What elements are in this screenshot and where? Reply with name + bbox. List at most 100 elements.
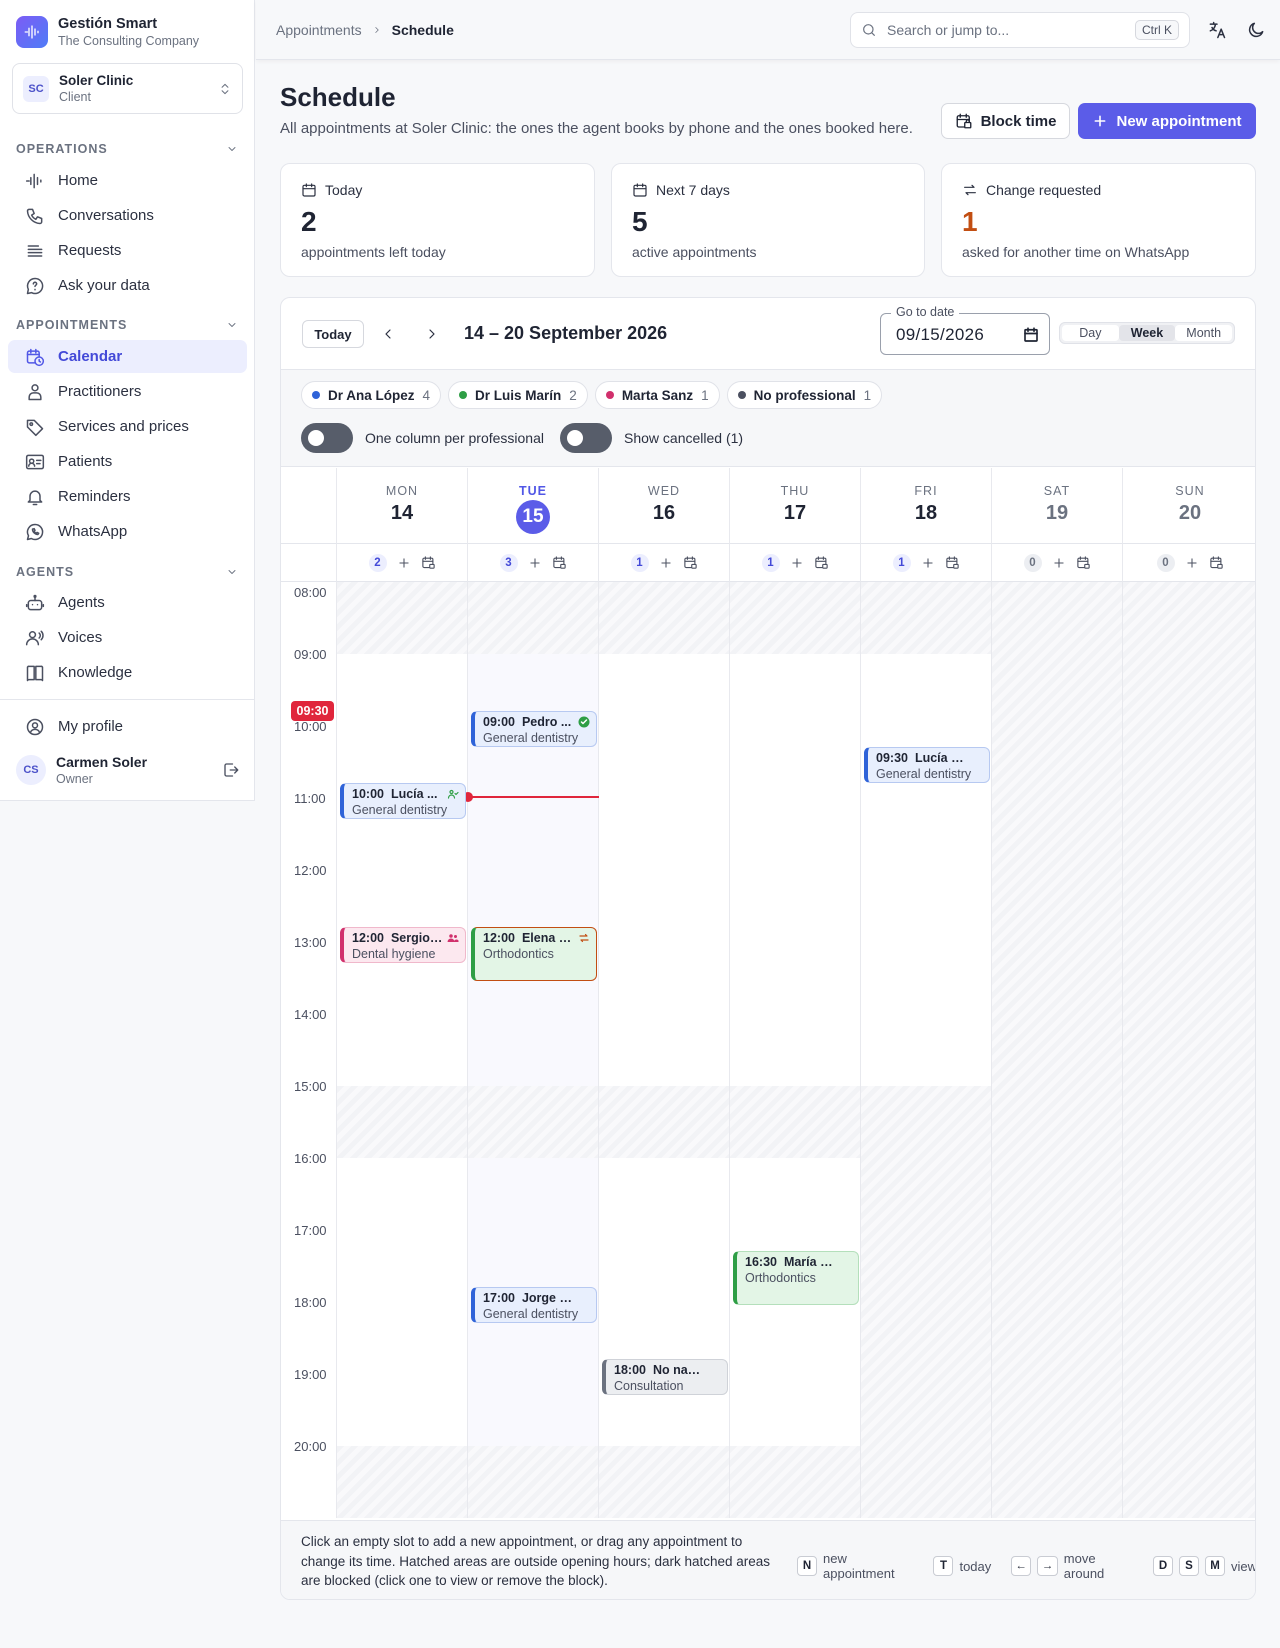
calendar-lock-icon[interactable]: [945, 555, 960, 570]
go-to-date-field[interactable]: Go to date 09/15/2026: [880, 305, 1050, 355]
stat-value: 2: [301, 206, 317, 237]
appointment-tue-0900[interactable]: 09:00 Pedro ... General dentistry: [471, 711, 597, 747]
appointment-mon-1200[interactable]: 12:00 Sergio ... Dental hygiene: [340, 927, 466, 963]
today-button[interactable]: Today: [302, 320, 364, 348]
view-week-button[interactable]: Week: [1118, 325, 1176, 341]
sidebar-item-my-profile[interactable]: My profile: [8, 710, 247, 743]
view-month-button[interactable]: Month: [1175, 325, 1233, 341]
day-column-sat[interactable]: [992, 582, 1123, 1518]
sidebar-item-services[interactable]: Services and prices: [8, 410, 247, 443]
appointment-tue-1200[interactable]: 12:00 Elena R... Orthodontics: [471, 927, 597, 981]
day-number: 19: [1045, 502, 1069, 524]
sidebar-item-practitioners[interactable]: Practitioners: [8, 375, 247, 408]
calendar-lock-icon[interactable]: [552, 555, 567, 570]
plus-icon[interactable]: [1185, 556, 1199, 570]
day-count-badge: 1: [630, 553, 649, 572]
appointment-mon-1000[interactable]: 10:00 Lucía ... General dentistry: [340, 783, 466, 819]
appointment-time: 17:00: [483, 1291, 515, 1305]
day-column-sun[interactable]: [1123, 582, 1255, 1518]
plus-icon[interactable]: [1052, 556, 1066, 570]
hour-label: 16:00: [294, 1151, 327, 1166]
brand[interactable]: Gestión Smart The Consulting Company: [16, 16, 199, 48]
plus-icon[interactable]: [659, 556, 673, 570]
section-operations[interactable]: OPERATIONS: [16, 142, 238, 156]
sidebar-item-ask-your-data[interactable]: Ask your data: [8, 269, 247, 302]
shortcut-label: move around: [1063, 1551, 1105, 1581]
filter-chip-luis-marin[interactable]: Dr Luis Marín 2: [448, 381, 588, 409]
calendar-lock-icon[interactable]: [421, 555, 436, 570]
day-column-thu[interactable]: [730, 582, 861, 1518]
sidebar-item-requests[interactable]: Requests: [8, 234, 247, 267]
stat-card-change-requested: Change requested 1 asked for another tim…: [941, 163, 1256, 277]
appointment-time: 16:30: [745, 1255, 777, 1269]
calendar-lock-icon[interactable]: [683, 555, 698, 570]
calendar-lock-icon[interactable]: [814, 555, 829, 570]
logout-icon[interactable]: [222, 761, 240, 779]
appointment-wed-1800[interactable]: 18:00 No name Consultation: [602, 1359, 728, 1395]
calendar-picker-icon[interactable]: [1022, 326, 1040, 344]
filter-chip-no-professional[interactable]: No professional 1: [726, 381, 883, 409]
sidebar-divider: [0, 699, 255, 700]
topbar: Appointments Schedule Search or jump to.…: [256, 0, 1280, 60]
filter-chip-ana-lopez[interactable]: Dr Ana López 4: [301, 381, 442, 409]
day-number: 18: [914, 502, 938, 524]
search-input[interactable]: Search or jump to... Ctrl K: [850, 12, 1190, 48]
sidebar-item-patients[interactable]: Patients: [8, 445, 247, 478]
show-cancelled-toggle[interactable]: [560, 423, 612, 453]
day-column-mon[interactable]: [337, 582, 468, 1518]
swap-arrows-icon: [964, 184, 976, 196]
day-header-thu[interactable]: THU 17: [730, 468, 861, 543]
chevron-right-icon[interactable]: [424, 326, 440, 342]
chip-count: 1: [863, 387, 872, 403]
sidebar-item-calendar[interactable]: Calendar: [8, 340, 247, 373]
sidebar: Gestión Smart The Consulting Company SC …: [0, 0, 255, 801]
day-header-sat[interactable]: SAT 19: [992, 468, 1123, 543]
sidebar-item-whatsapp[interactable]: WhatsApp: [8, 515, 247, 548]
day-header-mon[interactable]: MON 14: [337, 468, 468, 543]
translate-icon[interactable]: [1207, 20, 1227, 40]
appointment-time: 09:00: [483, 715, 515, 729]
day-header-sun[interactable]: SUN 20: [1123, 468, 1255, 543]
calendar-lock-icon[interactable]: [1076, 555, 1091, 570]
closed-hours-area: [468, 582, 598, 654]
appointment-thu-1630[interactable]: 16:30 María Gil Orthodontics: [733, 1251, 859, 1305]
breadcrumb-appointments[interactable]: Appointments: [276, 22, 362, 38]
plus-icon[interactable]: [790, 556, 804, 570]
sidebar-item-label: Home: [58, 172, 99, 189]
hour-label: 20:00: [294, 1439, 327, 1454]
appointment-tue-1700[interactable]: 17:00 Jorge Pa... General dentistry: [471, 1287, 597, 1323]
current-time-line: [468, 796, 599, 798]
chevron-left-icon[interactable]: [380, 326, 396, 342]
sidebar-item-reminders[interactable]: Reminders: [8, 480, 247, 513]
day-header-fri[interactable]: FRI 18: [861, 468, 992, 543]
client-switcher[interactable]: SC Soler Clinic Client: [12, 63, 243, 114]
section-agents[interactable]: AGENTS: [16, 565, 238, 579]
per-professional-toggle[interactable]: [301, 423, 353, 453]
sidebar-item-agents[interactable]: Agents: [8, 586, 247, 619]
client-avatar: SC: [23, 75, 49, 102]
brand-subtitle: The Consulting Company: [58, 34, 200, 48]
section-appointments[interactable]: APPOINTMENTS: [16, 318, 238, 332]
go-to-date-value[interactable]: 09/15/2026: [896, 325, 984, 345]
block-time-button[interactable]: Block time: [941, 103, 1070, 139]
calendar-lock-icon[interactable]: [1209, 555, 1224, 570]
view-day-button[interactable]: Day: [1062, 325, 1119, 341]
dark-mode-icon[interactable]: [1246, 20, 1266, 40]
sidebar-item-home[interactable]: Home: [8, 164, 247, 197]
closed-hours-area: [861, 582, 991, 654]
new-appointment-button[interactable]: New appointment: [1078, 103, 1256, 139]
sidebar-item-voices[interactable]: Voices: [8, 621, 247, 654]
plus-icon[interactable]: [528, 556, 542, 570]
closed-hours-area: [1123, 582, 1255, 1518]
day-header-tue[interactable]: TUE 15: [468, 468, 599, 543]
appointment-fri-0930[interactable]: 09:30 Lucía Ma... General dentistry: [864, 747, 990, 783]
plus-icon[interactable]: [397, 556, 411, 570]
plus-icon[interactable]: [921, 556, 935, 570]
search-placeholder: Search or jump to...: [887, 22, 1010, 38]
sidebar-item-knowledge[interactable]: Knowledge: [8, 656, 247, 689]
client-role: Client: [59, 90, 91, 104]
sidebar-item-conversations[interactable]: Conversations: [8, 199, 247, 232]
day-column-fri[interactable]: [861, 582, 992, 1518]
filter-chip-marta-sanz[interactable]: Marta Sanz 1: [594, 381, 720, 409]
day-header-wed[interactable]: WED 16: [599, 468, 730, 543]
